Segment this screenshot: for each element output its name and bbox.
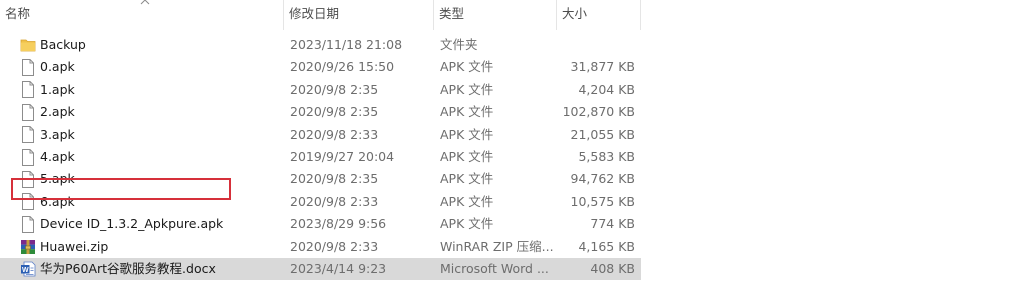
sort-ascending-icon bbox=[140, 0, 150, 5]
file-row[interactable]: Huawei.zip 2020/9/8 2:33 WinRAR ZIP 压缩... 4… bbox=[0, 236, 641, 258]
file-size: 408 KB bbox=[590, 260, 635, 276]
file-size: 31,877 KB bbox=[570, 59, 635, 75]
column-header-bar: 名称 修改日期 类型 大小 bbox=[0, 0, 1024, 30]
file-icon bbox=[20, 124, 36, 146]
file-icon bbox=[20, 101, 36, 123]
column-header-size[interactable]: 大小 bbox=[557, 0, 641, 30]
file-modified-date: 2020/9/8 2:33 bbox=[290, 126, 379, 142]
file-modified-date: 2020/9/8 2:35 bbox=[290, 104, 379, 120]
file-row[interactable]: W 华为P60Art谷歌服务教程.docx 2023/4/14 9:23 Micros… bbox=[0, 257, 641, 281]
file-modified-date: 2019/9/27 20:04 bbox=[290, 148, 395, 164]
column-header-date[interactable]: 修改日期 bbox=[284, 0, 434, 30]
file-type: 文件夹 bbox=[440, 37, 478, 52]
file-size: 4,165 KB bbox=[578, 238, 635, 254]
folder-icon bbox=[20, 34, 36, 56]
file-type: Microsoft Word ... bbox=[440, 260, 549, 276]
column-header-name[interactable]: 名称 bbox=[0, 0, 284, 30]
file-name: Huawei.zip bbox=[40, 238, 109, 254]
file-name: Device ID_1.3.2_Apkpure.apk bbox=[40, 216, 224, 232]
file-modified-date: 2020/9/26 15:50 bbox=[290, 59, 395, 75]
highlight-annotation-box bbox=[11, 178, 231, 200]
svg-text:W: W bbox=[22, 267, 29, 274]
column-header-name-label: 名称 bbox=[5, 6, 31, 21]
file-type: APK 文件 bbox=[440, 104, 494, 120]
file-modified-date: 2023/4/14 9:23 bbox=[290, 260, 387, 276]
file-size: 10,575 KB bbox=[570, 193, 635, 209]
file-modified-date: 2020/9/8 2:33 bbox=[290, 238, 379, 254]
file-type: APK 文件 bbox=[440, 59, 494, 75]
file-name: 华为P60Art谷歌服务教程.docx bbox=[40, 260, 216, 276]
file-icon bbox=[20, 213, 36, 235]
file-row[interactable]: 2.apk 2020/9/8 2:35 APK 文件 102,870 KB bbox=[0, 101, 641, 123]
file-type: APK 文件 bbox=[440, 126, 494, 142]
file-modified-date: 2023/8/29 9:56 bbox=[290, 216, 387, 232]
file-size bbox=[557, 34, 635, 56]
file-size: 102,870 KB bbox=[562, 104, 635, 120]
file-name: 0.apk bbox=[40, 59, 75, 75]
file-name: 3.apk bbox=[40, 126, 75, 142]
file-name: 2.apk bbox=[40, 104, 75, 120]
file-row[interactable]: 4.apk 2019/9/27 20:04 APK 文件 5,583 KB bbox=[0, 146, 641, 168]
file-size: 21,055 KB bbox=[570, 126, 635, 142]
file-type: APK 文件 bbox=[440, 148, 494, 164]
file-type: APK 文件 bbox=[440, 81, 494, 97]
file-name: 4.apk bbox=[40, 148, 75, 164]
file-name: Backup bbox=[40, 37, 86, 52]
file-size: 4,204 KB bbox=[578, 81, 635, 97]
file-size: 94,762 KB bbox=[570, 171, 635, 187]
column-header-type-label: 类型 bbox=[439, 6, 465, 21]
column-header-type[interactable]: 类型 bbox=[434, 0, 557, 30]
file-icon bbox=[20, 79, 36, 101]
file-list: Backup 2023/11/18 21:08 文件夹 0.apk 2020/9/26 … bbox=[0, 34, 1024, 281]
file-modified-date: 2023/11/18 21:08 bbox=[290, 37, 403, 52]
file-modified-date: 2020/9/8 2:35 bbox=[290, 81, 379, 97]
file-row[interactable]: Backup 2023/11/18 21:08 文件夹 bbox=[0, 34, 641, 56]
file-modified-date: 2020/9/8 2:35 bbox=[290, 171, 379, 187]
file-name: 1.apk bbox=[40, 81, 75, 97]
file-modified-date: 2020/9/8 2:33 bbox=[290, 193, 379, 209]
file-row[interactable]: 0.apk 2020/9/26 15:50 APK 文件 31,877 KB bbox=[0, 56, 641, 78]
file-size: 774 KB bbox=[590, 216, 635, 232]
word-document-icon: W bbox=[20, 258, 36, 280]
file-explorer: 名称 修改日期 类型 大小 Backup 2023/11/18 21:08 文件夹 0… bbox=[0, 0, 1024, 291]
file-size: 5,583 KB bbox=[578, 148, 635, 164]
file-row[interactable]: 1.apk 2020/9/8 2:35 APK 文件 4,204 KB bbox=[0, 79, 641, 101]
winrar-archive-icon bbox=[20, 236, 36, 258]
file-icon bbox=[20, 56, 36, 78]
file-icon bbox=[20, 146, 36, 168]
file-type: APK 文件 bbox=[440, 171, 494, 187]
file-type: APK 文件 bbox=[440, 216, 494, 232]
file-type: APK 文件 bbox=[440, 193, 494, 209]
column-header-size-label: 大小 bbox=[562, 6, 588, 21]
file-type: WinRAR ZIP 压缩... bbox=[440, 238, 554, 254]
file-row[interactable]: 3.apk 2020/9/8 2:33 APK 文件 21,055 KB bbox=[0, 124, 641, 146]
column-header-date-label: 修改日期 bbox=[289, 6, 340, 21]
file-row[interactable]: Device ID_1.3.2_Apkpure.apk 2023/8/29 9:5… bbox=[0, 213, 641, 235]
